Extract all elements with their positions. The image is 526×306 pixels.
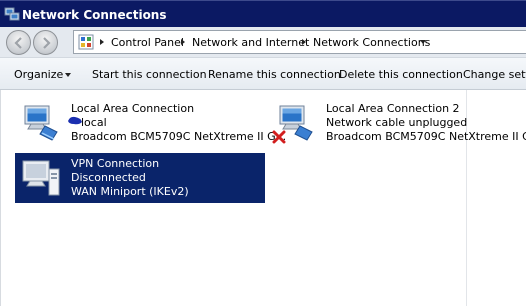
connection-device: WAN Miniport (IKEv2) — [71, 185, 189, 198]
breadcrumb-separator-icon[interactable] — [302, 39, 306, 45]
forward-button[interactable] — [33, 30, 58, 55]
back-button[interactable] — [6, 30, 31, 55]
connection-item-local-area[interactable]: Local Area Connection local Broadcom BCM… — [15, 98, 286, 148]
rename-connection-button[interactable]: Rename this connection — [208, 68, 341, 81]
breadcrumb-control-panel[interactable]: Control Panel — [111, 36, 184, 49]
window-title: Network Connections — [22, 8, 167, 22]
title-bar: Network Connections — [0, 0, 526, 27]
organize-button[interactable]: Organize — [14, 68, 63, 81]
connection-name: Local Area Connection 2 — [326, 102, 460, 115]
navigation-bar: Control Panel Network and Internet Netwo… — [0, 27, 526, 58]
network-computer-icon — [24, 105, 58, 141]
connection-name: VPN Connection — [71, 157, 160, 170]
network-connections-icon — [4, 7, 20, 21]
connection-item-vpn[interactable]: VPN Connection Disconnected WAN Miniport… — [15, 153, 265, 203]
delete-connection-button[interactable]: Delete this connection — [339, 68, 463, 81]
connection-status: Network cable unplugged — [326, 116, 468, 129]
vpn-computer-icon — [22, 160, 60, 196]
breadcrumb-root-arrow-icon[interactable] — [100, 39, 104, 45]
forward-arrow-icon — [43, 37, 51, 49]
connection-name: Local Area Connection — [71, 102, 195, 115]
change-settings-button[interactable]: Change settin — [463, 68, 526, 81]
breadcrumb-network-connections[interactable]: Network Connections — [313, 36, 430, 49]
connection-status: Disconnected — [71, 171, 146, 184]
breadcrumb-network-and-internet[interactable]: Network and Internet — [192, 36, 309, 49]
connection-status: local — [81, 116, 107, 129]
organize-dropdown-icon[interactable] — [65, 73, 71, 77]
address-dropdown-icon[interactable] — [420, 40, 426, 44]
control-panel-icon — [78, 34, 94, 50]
connection-item-local-area-2[interactable]: Local Area Connection 2 Network cable un… — [270, 98, 526, 148]
breadcrumb-separator-icon[interactable] — [181, 39, 185, 45]
command-bar: Organize Start this connection Rename th… — [0, 58, 526, 90]
connection-device: Broadcom BCM5709C NetXtreme II G... — [326, 130, 526, 143]
red-x-icon — [272, 130, 286, 144]
connection-device: Broadcom BCM5709C NetXtreme II G... — [71, 130, 287, 143]
start-connection-button[interactable]: Start this connection — [92, 68, 207, 81]
address-bar[interactable]: Control Panel Network and Internet Netwo… — [73, 30, 526, 54]
back-arrow-icon — [14, 37, 22, 49]
